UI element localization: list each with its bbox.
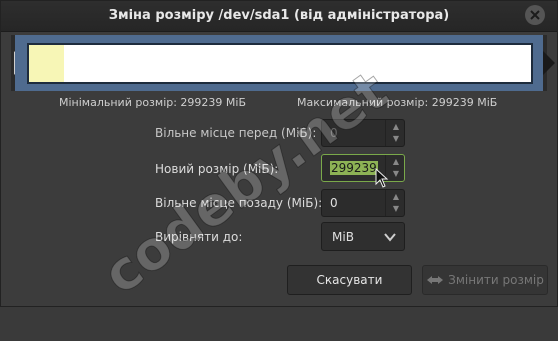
new-size-label: Новий розмір (МіБ):	[155, 162, 279, 176]
free-before-stepper[interactable]: ▲ ▼	[385, 120, 404, 146]
align-label: Вирівняти до:	[155, 230, 243, 244]
partition-frame	[15, 35, 543, 91]
resize-icon	[426, 274, 444, 286]
partition-box[interactable]	[27, 43, 533, 84]
free-after-stepper[interactable]: ▲ ▼	[385, 190, 404, 216]
close-button[interactable]	[525, 5, 545, 25]
right-resize-handle[interactable]	[543, 51, 555, 75]
min-size-label: Мінімальний розмір: 299239 МіБ	[59, 96, 247, 109]
increment-icon[interactable]: ▲	[391, 192, 401, 202]
free-after-label: Вільне місце позаду (МіБ):	[155, 196, 323, 210]
resize-button[interactable]: Змінити розмір	[422, 265, 548, 295]
new-size-input[interactable]: 299239 ▲ ▼	[321, 154, 405, 182]
partition-resizer[interactable]	[11, 35, 555, 91]
increment-icon[interactable]: ▲	[391, 157, 401, 167]
free-before-value: 0	[330, 126, 338, 140]
free-before-input[interactable]: 0 ▲ ▼	[321, 119, 405, 147]
free-after-value: 0	[330, 196, 338, 210]
titlebar[interactable]: Зміна розміру /dev/sda1 (від адміністрат…	[1, 1, 557, 32]
decrement-icon[interactable]: ▼	[391, 204, 401, 214]
window-title: Зміна розміру /dev/sda1 (від адміністрат…	[108, 8, 450, 23]
align-value: MiB	[332, 230, 354, 244]
resize-button-label: Змінити розмір	[448, 273, 544, 287]
max-size-label: Максимальний розмір: 299239 МіБ	[297, 96, 498, 109]
decrement-icon[interactable]: ▼	[391, 134, 401, 144]
resize-dialog: Зміна розміру /dev/sda1 (від адміністрат…	[0, 0, 558, 307]
free-after-input[interactable]: 0 ▲ ▼	[321, 189, 405, 217]
align-select[interactable]: MiB	[321, 222, 405, 251]
cancel-button[interactable]: Скасувати	[287, 265, 412, 295]
mouse-cursor-icon	[375, 167, 389, 191]
used-space-fill	[29, 45, 65, 82]
new-size-value: 299239	[330, 161, 378, 175]
increment-icon[interactable]: ▲	[391, 122, 401, 132]
decrement-icon[interactable]: ▼	[391, 169, 401, 179]
chevron-down-icon	[384, 231, 396, 245]
cancel-button-label: Скасувати	[316, 273, 383, 287]
close-icon	[530, 10, 540, 20]
free-before-label: Вільне місце перед (МіБ):	[155, 126, 317, 140]
